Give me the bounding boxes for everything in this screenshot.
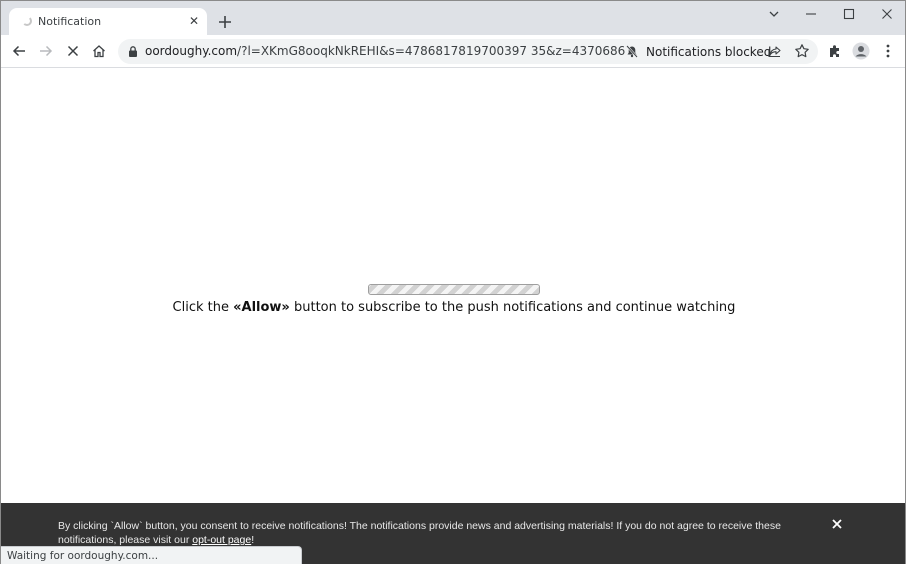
forward-arrow-icon[interactable] xyxy=(38,43,54,59)
share-icon[interactable] xyxy=(767,43,783,59)
allow-instruction-text: Click the «Allow» button to subscribe to… xyxy=(1,300,906,315)
browser-window: Notification ✕ oordoughy.com/?l=XKmG8ooq… xyxy=(0,0,906,564)
back-arrow-icon[interactable] xyxy=(11,43,27,59)
extensions-puzzle-icon[interactable] xyxy=(827,43,843,59)
url-domain: oordoughy.com xyxy=(145,44,238,58)
headline-allow-word: «Allow» xyxy=(233,300,290,315)
home-icon[interactable] xyxy=(91,43,107,59)
tab-notification[interactable]: Notification ✕ xyxy=(9,8,207,36)
url-text[interactable]: oordoughy.com/?l=XKmG8ooqkNkREHI&s=47868… xyxy=(145,44,625,58)
opt-out-link[interactable]: opt-out page xyxy=(192,534,251,546)
page-content: Click the «Allow» button to subscribe to… xyxy=(1,68,905,503)
consent-end: ! xyxy=(251,534,255,546)
new-tab-plus-icon[interactable] xyxy=(216,13,234,31)
lock-icon[interactable] xyxy=(127,45,139,58)
toolbar: oordoughy.com/?l=XKmG8ooqkNkREHI&s=47868… xyxy=(1,35,905,68)
notifications-blocked-label: Notifications blocked xyxy=(646,44,772,59)
tab-close-button[interactable]: ✕ xyxy=(187,14,201,28)
status-bubble: Waiting for oordoughy.com... xyxy=(1,546,302,564)
bookmark-star-icon[interactable] xyxy=(794,43,810,59)
url-query: /?l=XKmG8ooqkNkREHI&s=4786817819700397 3… xyxy=(237,44,626,58)
headline-part-2: button to subscribe to the push notifica… xyxy=(289,300,736,315)
maximize-icon[interactable] xyxy=(837,5,861,23)
stop-loading-icon[interactable] xyxy=(65,43,81,59)
close-icon[interactable] xyxy=(875,5,899,23)
profile-avatar-icon[interactable] xyxy=(852,42,870,60)
loading-spinner-icon xyxy=(22,16,32,26)
tab-title: Notification xyxy=(38,15,102,28)
address-bar[interactable]: oordoughy.com/?l=XKmG8ooqkNkREHI&s=47868… xyxy=(118,39,818,64)
headline-part-1: Click the xyxy=(172,300,234,315)
close-banner-icon[interactable] xyxy=(830,517,844,531)
consent-message: By clicking `Allow` button, you consent … xyxy=(58,520,781,546)
consent-text: By clicking `Allow` button, you consent … xyxy=(58,519,818,547)
minimize-icon[interactable] xyxy=(799,5,823,23)
kebab-menu-icon[interactable] xyxy=(880,43,896,59)
bell-off-icon xyxy=(626,45,638,58)
notifications-blocked-chip[interactable]: Notifications blocked xyxy=(626,42,771,61)
chevron-down-icon[interactable] xyxy=(762,5,786,23)
tab-strip: Notification ✕ xyxy=(1,1,905,36)
loading-progress-bar xyxy=(368,284,540,295)
status-text: Waiting for oordoughy.com... xyxy=(7,550,159,562)
